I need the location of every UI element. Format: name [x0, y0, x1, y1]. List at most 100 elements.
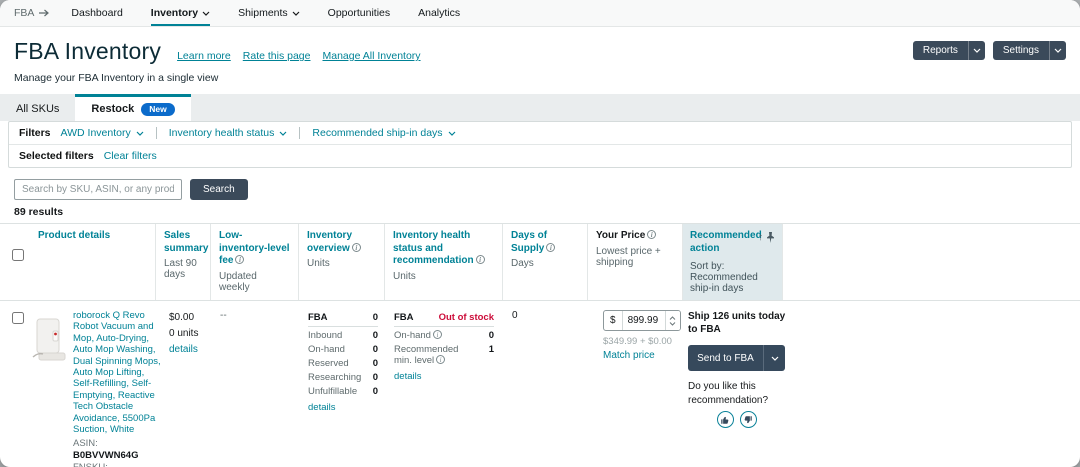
page-subtitle: Manage your FBA Inventory in a single vi… — [14, 72, 1066, 84]
page-header: FBA Inventory Learn more Rate this page … — [0, 27, 1080, 84]
search-input[interactable] — [14, 179, 182, 200]
nav-dashboard[interactable]: Dashboard — [71, 0, 122, 26]
col-sales-summary: Sales summary Last 90 days — [155, 224, 210, 300]
product-details-cell: roborock Q Revo Robot Vacuum and Mop, Au… — [30, 301, 155, 467]
thumbs-up-button[interactable] — [717, 411, 734, 428]
select-all-checkbox-cell — [0, 224, 30, 300]
row-checkbox-cell — [0, 301, 30, 467]
overview-details-link[interactable]: details — [308, 402, 378, 413]
chevron-down-icon — [973, 48, 981, 53]
match-price-link[interactable]: Match price — [603, 350, 676, 361]
chevron-down-icon — [136, 131, 144, 136]
product-title-link[interactable]: roborock Q Revo Robot Vacuum and Mop, Au… — [73, 310, 165, 435]
info-icon[interactable] — [235, 255, 244, 264]
divider — [299, 127, 300, 139]
search-row: Search — [0, 168, 1080, 200]
stepper-down-icon — [669, 322, 676, 326]
filter-awd-inventory[interactable]: AWD Inventory — [61, 127, 144, 139]
price-input-group: $ — [603, 310, 681, 331]
recommendation-headline: Ship 126 units today to FBA — [688, 310, 792, 336]
learn-more-link[interactable]: Learn more — [177, 50, 231, 62]
col-product-details: Product details — [30, 224, 155, 300]
thumbs-down-icon — [743, 415, 753, 425]
filters-label: Filters — [19, 127, 51, 139]
info-icon[interactable] — [352, 243, 361, 252]
price-input[interactable] — [623, 311, 665, 330]
chevron-down-icon — [292, 11, 300, 16]
sales-summary-cell: $0.00 0 units details — [155, 301, 210, 467]
thumbs-down-button[interactable] — [740, 411, 757, 428]
thumbs-up-icon — [720, 415, 730, 425]
recommended-action-cell: Ship 126 units today to FBA Send to FBA … — [682, 301, 782, 467]
price-stepper[interactable] — [665, 311, 680, 330]
nav-analytics[interactable]: Analytics — [418, 0, 460, 26]
lowest-price-compare: $349.99 + $0.00 — [603, 336, 676, 347]
filter-inventory-health-status[interactable]: Inventory health status — [169, 127, 288, 139]
header-filler — [782, 224, 1080, 300]
chevron-down-icon — [202, 11, 210, 16]
nav-inventory[interactable]: Inventory — [151, 0, 210, 26]
fba-inventory-page: FBA Dashboard Inventory Shipments Opport… — [0, 0, 1080, 467]
filters-row: Filters AWD Inventory Inventory health s… — [9, 122, 1071, 144]
reports-button[interactable]: Reports — [913, 41, 985, 60]
out-of-stock-status: Out of stock — [439, 312, 494, 323]
tab-all-skus[interactable]: All SKUs — [0, 94, 75, 121]
filters-panel: Filters AWD Inventory Inventory health s… — [8, 121, 1072, 168]
new-badge: New — [141, 103, 174, 116]
col-low-inventory-fee: Low-inventory-level fee Updated weekly — [210, 224, 298, 300]
sort-ascending-icon[interactable]: ↑ — [758, 232, 763, 243]
table-header: Product details Sales summary Last 90 da… — [0, 223, 1080, 301]
row-filler — [782, 301, 1080, 467]
results-count: 89 results — [0, 200, 1080, 223]
inventory-overview-cell: FBA0 Inbound0 On-hand0 Reserved0 Researc… — [298, 301, 384, 467]
clear-filters-link[interactable]: Clear filters — [104, 150, 157, 162]
app-switcher[interactable]: FBA — [14, 0, 49, 26]
selected-filters-label: Selected filters — [19, 150, 94, 162]
reports-dropdown-caret[interactable] — [968, 41, 985, 60]
chevron-down-icon — [279, 131, 287, 136]
product-meta: ASIN: B0BVVWN64G FNSKU: B0BVVWN64G SKU:F… — [73, 438, 165, 467]
pin-icon[interactable] — [766, 232, 775, 243]
sales-amount: $0.00 — [169, 310, 204, 326]
manage-all-inventory-link[interactable]: Manage All Inventory — [322, 50, 420, 62]
page-title: FBA Inventory — [14, 38, 161, 65]
chevron-down-icon — [448, 131, 456, 136]
inventory-health-cell: FBAOut of stock On-hand0 Recommended min… — [384, 301, 502, 467]
top-nav: FBA Dashboard Inventory Shipments Opport… — [0, 0, 1080, 27]
nav-opportunities[interactable]: Opportunities — [328, 0, 390, 26]
send-to-fba-button[interactable]: Send to FBA — [688, 345, 785, 371]
info-icon[interactable] — [546, 243, 555, 252]
col-inventory-health: Inventory health status and recommendati… — [384, 224, 502, 300]
your-price-cell: $ $349.99 + $0.00 Match price — [587, 301, 682, 467]
product-image[interactable] — [30, 310, 68, 368]
info-icon[interactable] — [433, 330, 442, 339]
sales-units: 0 units — [169, 326, 204, 342]
row-checkbox[interactable] — [12, 312, 24, 324]
feedback-question: Do you like this recommendation? — [688, 380, 792, 407]
health-details-link[interactable]: details — [394, 371, 494, 382]
col-recommended-action[interactable]: ↑ Recommended action Sort by: Recommende… — [682, 224, 782, 300]
days-of-supply-cell: 0 — [502, 301, 587, 467]
fee-cell: -- — [210, 301, 298, 467]
select-all-checkbox[interactable] — [12, 249, 24, 261]
search-button[interactable]: Search — [190, 179, 248, 200]
selected-filters-row: Selected filters Clear filters — [9, 144, 1071, 167]
sales-details-link[interactable]: details — [169, 342, 204, 358]
settings-button[interactable]: Settings — [993, 41, 1066, 60]
currency-symbol: $ — [604, 311, 623, 330]
asin-value: B0BVVWN64G — [73, 450, 138, 461]
rate-this-page-link[interactable]: Rate this page — [243, 50, 311, 62]
stepper-up-icon — [669, 316, 676, 320]
nav-shipments[interactable]: Shipments — [238, 0, 300, 26]
header-links: Learn more Rate this page Manage All Inv… — [177, 50, 420, 62]
settings-dropdown-caret[interactable] — [1049, 41, 1066, 60]
tab-restock[interactable]: Restock New — [75, 94, 190, 121]
info-icon[interactable] — [436, 355, 445, 364]
chevron-down-icon — [1054, 48, 1062, 53]
filter-recommended-ship-in-days[interactable]: Recommended ship-in days — [312, 127, 455, 139]
app-label: FBA — [14, 7, 34, 19]
divider — [156, 127, 157, 139]
info-icon[interactable] — [476, 255, 485, 264]
tab-bar: All SKUs Restock New — [0, 94, 1080, 121]
info-icon[interactable] — [647, 230, 656, 239]
